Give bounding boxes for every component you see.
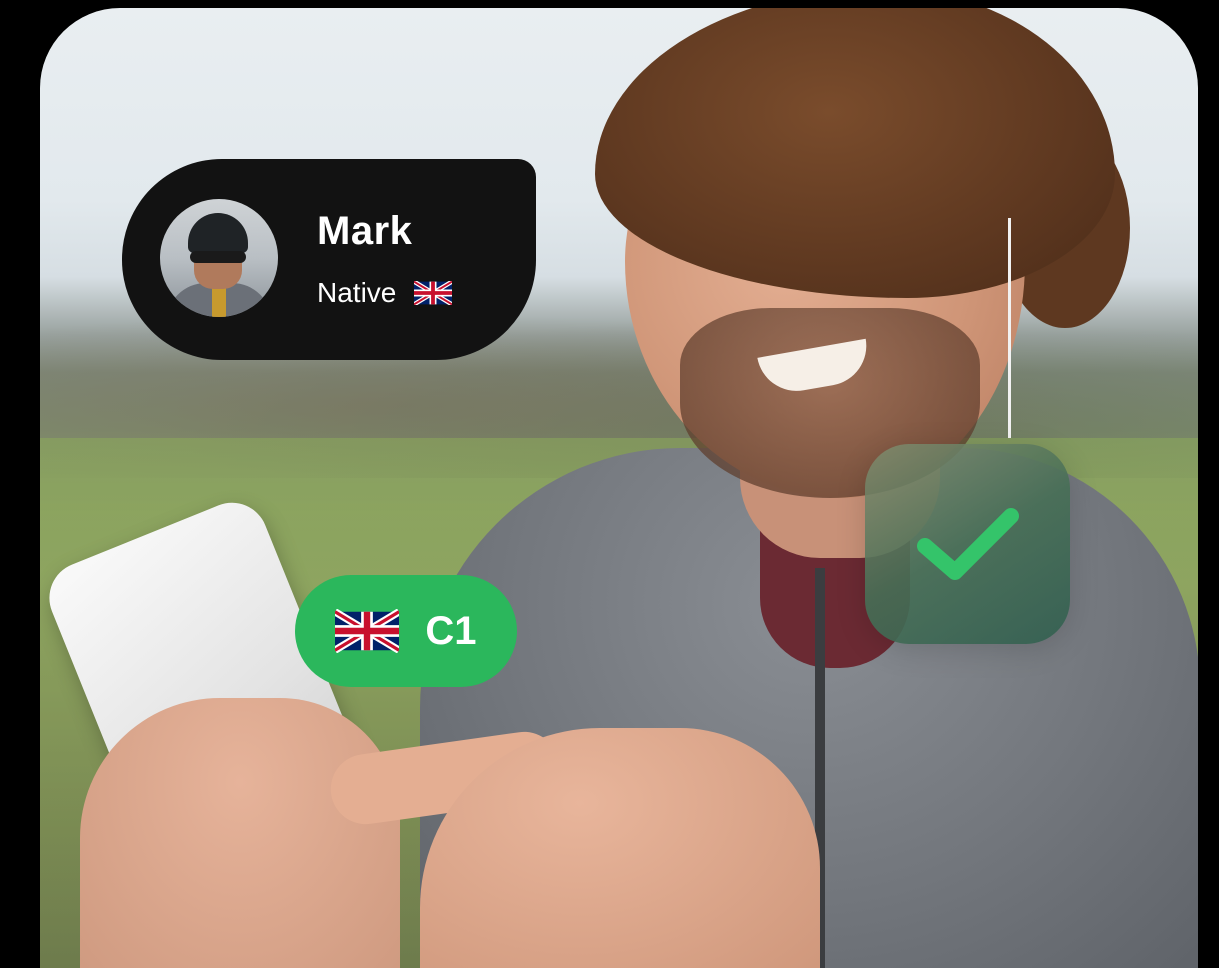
tutor-language-level: Native bbox=[317, 277, 453, 309]
tutor-profile-card[interactable]: Mark Native bbox=[122, 159, 536, 360]
earphone-wire bbox=[1008, 218, 1011, 438]
native-label: Native bbox=[317, 277, 397, 308]
avatar bbox=[160, 199, 278, 317]
check-icon bbox=[916, 508, 1019, 580]
level-badge: C1 bbox=[295, 575, 517, 687]
tutor-name: Mark bbox=[317, 209, 413, 253]
verified-tile bbox=[865, 444, 1070, 644]
level-text: C1 bbox=[425, 608, 477, 653]
uk-flag-icon bbox=[335, 609, 400, 653]
person-left-hand bbox=[80, 698, 400, 968]
uk-flag-icon bbox=[414, 281, 453, 305]
person-hair bbox=[595, 8, 1115, 298]
